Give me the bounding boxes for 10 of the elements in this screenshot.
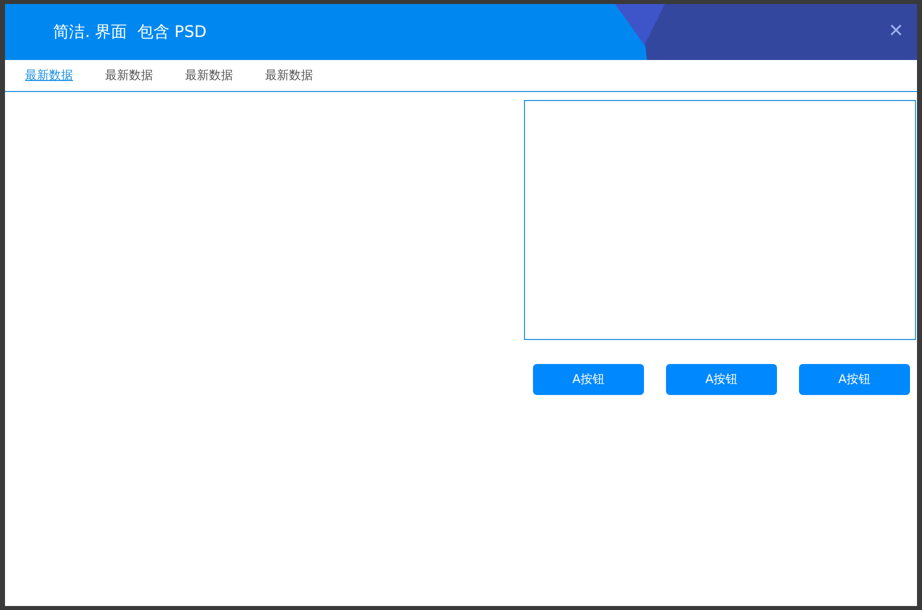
close-button[interactable]: ×	[884, 18, 907, 44]
text-area[interactable]	[524, 100, 916, 340]
tab[interactable]: 最新数据	[185, 67, 233, 84]
tab[interactable]: 最新数据	[265, 67, 313, 84]
action-button[interactable]: A按钮	[666, 364, 777, 395]
tab[interactable]: 最新数据	[105, 67, 153, 84]
window-title: 简洁. 界面 包含 PSD	[53, 22, 207, 42]
action-button[interactable]: A按钮	[533, 364, 644, 395]
tab[interactable]: 最新数据	[25, 67, 73, 84]
action-button[interactable]: A按钮	[799, 364, 910, 395]
